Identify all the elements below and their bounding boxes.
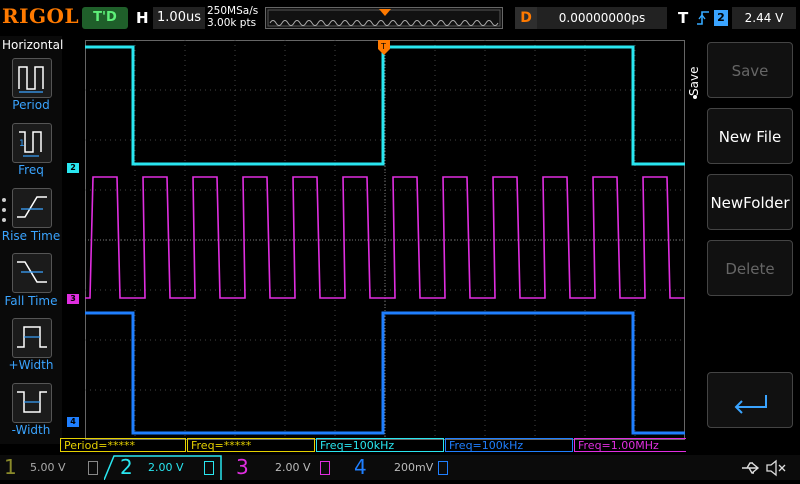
period-button[interactable] — [12, 58, 52, 98]
memory-depth: 3.00k pts — [207, 17, 257, 29]
new-folder-button[interactable]: NewFolder — [707, 174, 793, 230]
ch4-offset-marker[interactable]: 4 — [67, 417, 79, 427]
sample-rate: 250MSa/s — [207, 5, 259, 17]
rigol-logo: RIGOL — [2, 4, 80, 28]
ch2-scale-text: 2.00 V — [148, 461, 184, 474]
waveform-canvas — [85, 40, 685, 440]
ch4-coupling-icon — [438, 461, 448, 475]
period-icon — [18, 66, 44, 93]
scroll-dot — [2, 208, 6, 212]
run-state-badge[interactable]: T'D — [82, 7, 128, 29]
fall-time-label: Fall Time — [4, 294, 58, 308]
trigger-marker-letter: T — [380, 42, 386, 51]
memory-position-bar[interactable] — [265, 7, 503, 29]
ch3-offset-marker[interactable]: 3 — [67, 294, 79, 304]
ch4-scale[interactable]: 200mV — [394, 459, 434, 477]
positive-width-button[interactable] — [12, 318, 52, 358]
usb-icon — [740, 460, 762, 476]
scroll-dot — [2, 198, 6, 202]
ch3-coupling-icon — [320, 461, 330, 475]
measurement-item[interactable]: Freq=100kHz — [445, 438, 573, 452]
ch1-number[interactable]: 1 — [4, 455, 18, 480]
delay-value[interactable]: 0.00000000ps — [537, 7, 667, 29]
left-menu-title: Horizontal — [2, 38, 64, 52]
ch2-coupling-icon — [204, 461, 214, 475]
ch1-scale[interactable]: 5.00 V — [30, 459, 88, 477]
negative-width-icon — [17, 391, 47, 413]
ch4-scale-text: 200mV — [394, 461, 434, 474]
menu-dot-icon — [690, 86, 700, 99]
ch2-offset-marker[interactable]: 2 — [67, 163, 79, 173]
trigger-label: T — [678, 9, 689, 27]
rise-time-button[interactable] — [12, 188, 52, 228]
memory-waveform-preview — [267, 9, 501, 27]
positive-width-icon — [17, 326, 47, 348]
speaker-muted-icon[interactable] — [765, 459, 787, 477]
svg-text:1: 1 — [19, 139, 25, 149]
ch3-scale-text: 2.00 V — [275, 461, 311, 474]
rise-time-label: Rise Time — [1, 229, 61, 243]
ch3-scale[interactable]: 2.00 V — [275, 459, 315, 477]
ch2-scale[interactable]: 2.00 V — [148, 459, 204, 477]
new-file-button[interactable]: New File — [707, 108, 793, 164]
delay-label: D — [515, 7, 537, 29]
fall-time-icon — [17, 261, 47, 283]
frequency-icon: 1 — [19, 131, 42, 157]
return-icon — [734, 395, 767, 414]
negative-width-button[interactable] — [12, 383, 52, 423]
rise-time-icon — [17, 196, 47, 218]
ch4-number[interactable]: 4 — [354, 455, 368, 480]
delete-button[interactable]: Delete — [707, 240, 793, 296]
scroll-dot — [2, 218, 6, 222]
trigger-position-marker[interactable]: T — [378, 40, 390, 56]
return-button[interactable] — [707, 372, 793, 428]
freq-label: Freq — [18, 163, 44, 177]
period-label: Period — [12, 98, 50, 112]
timebase-label: H — [136, 9, 149, 27]
channel-status-bar: 1 5.00 V 2 2.00 V 3 2.00 V 4 200mV — [0, 455, 800, 481]
measurement-item[interactable]: Freq=1.00MHz — [574, 438, 702, 452]
trigger-source-badge: 2 — [714, 10, 728, 26]
trigger-position-icon: T — [378, 40, 390, 55]
ch2-number[interactable]: 2 — [120, 455, 134, 480]
acquisition-info: 250MSa/s 3.00k pts — [207, 5, 265, 29]
memory-trigger-marker-icon — [379, 9, 391, 16]
waveform-display[interactable] — [85, 40, 685, 440]
freq-button[interactable]: 1 — [12, 123, 52, 163]
ch1-coupling-icon — [88, 461, 98, 475]
fall-time-button[interactable] — [12, 253, 52, 293]
measurement-item[interactable]: Freq=***** — [187, 438, 315, 452]
measurement-item[interactable]: Freq=100kHz — [316, 438, 444, 452]
measurement-item[interactable]: Period=***** — [60, 438, 186, 452]
ch1-scale-text: 5.00 V — [30, 461, 66, 474]
memory-preview-trace — [269, 20, 499, 26]
trigger-level[interactable]: 2.44 V — [732, 7, 796, 29]
positive-width-label: +Width — [8, 358, 54, 372]
timebase-value[interactable]: 1.00us — [153, 7, 205, 29]
ch3-number[interactable]: 3 — [236, 455, 250, 480]
measurement-results: Period=***** Freq=***** Freq=100kHz Freq… — [60, 438, 710, 454]
rising-edge-trigger-icon — [696, 7, 710, 29]
negative-width-label: -Width — [11, 423, 51, 437]
save-button[interactable]: Save — [707, 42, 793, 98]
